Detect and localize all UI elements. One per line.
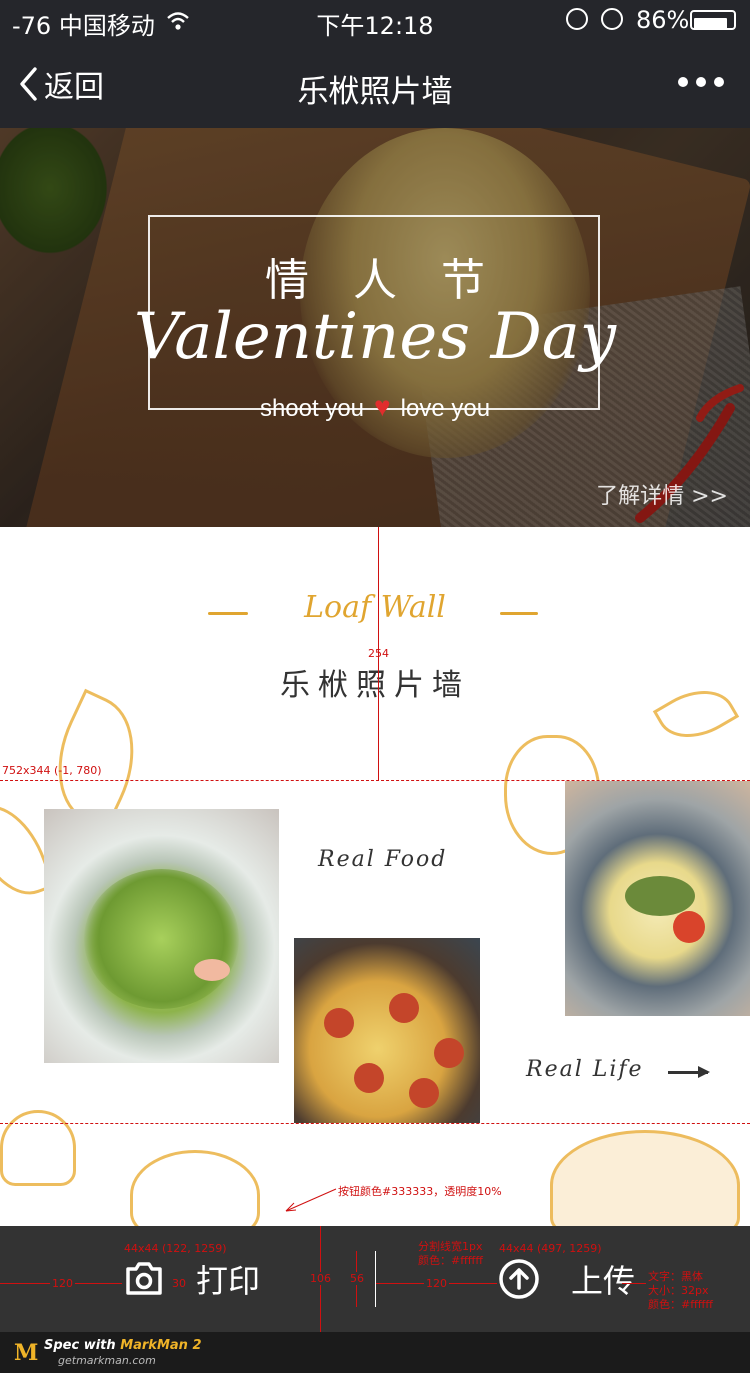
garnish	[625, 876, 695, 916]
markman-name: MarkMan 2	[120, 1338, 202, 1353]
spec-dim-106: 106	[308, 1272, 333, 1285]
markman-brand: Spec with MarkMan 2	[44, 1338, 202, 1353]
spec-print-icon: 44x44 (122, 1259)	[124, 1242, 227, 1255]
back-button[interactable]: 返回	[18, 64, 104, 105]
pepperoni	[409, 1078, 439, 1108]
alarm-icon	[601, 8, 623, 30]
spec-button-color: 按钮颜色#333333，透明度10%	[338, 1185, 502, 1198]
section-script-title: Loaf Wall	[304, 590, 446, 625]
pepperoni	[354, 1063, 384, 1093]
spec-guide-top	[0, 780, 750, 781]
spec-area-size: 752x344 (-1, 780)	[2, 764, 102, 777]
tomato-doodle-icon	[550, 1130, 740, 1240]
heart-icon: ♥	[374, 391, 391, 422]
pepperoni	[389, 993, 419, 1023]
more-dot-icon	[696, 77, 706, 87]
pepperoni	[434, 1038, 464, 1068]
upload-arrow-icon	[499, 1259, 539, 1299]
pepperoni	[324, 1008, 354, 1038]
caption-real-life: Real Life	[526, 1057, 644, 1082]
camera-icon	[126, 1262, 162, 1295]
spec-text-color: 颜色：#ffffff	[648, 1298, 713, 1311]
battery-percent: 86%	[636, 6, 690, 34]
section-title: 乐栿照片墙	[280, 668, 470, 703]
spec-dim-120-left: 120	[50, 1277, 75, 1290]
spec-upload-icon: 44x44 (497, 1259)	[499, 1242, 602, 1255]
chevron-left-icon	[20, 67, 37, 101]
more-dot-icon	[678, 77, 688, 87]
status-bar: -76 中国移动 下午12:18 86%	[0, 0, 750, 40]
spec-dim-56: 56	[348, 1272, 366, 1285]
caption-real-food: Real Food	[318, 847, 448, 872]
shrimp	[194, 959, 230, 981]
bottom-toolbar: 打印 上传 44x44 (122, 1259) 44x44 (497, 1259…	[0, 1226, 750, 1332]
rotation-lock-icon	[566, 8, 588, 30]
markman-site: getmarkman.com	[58, 1354, 156, 1367]
spec-guide-bottom	[0, 1123, 750, 1124]
salad-greens	[84, 869, 239, 1009]
spec-dim-254: 254	[368, 647, 389, 660]
spec-dim-30: 30	[172, 1277, 186, 1290]
more-menu-button[interactable]	[678, 74, 724, 90]
banner-tagline: shoot you ♥ love you	[0, 391, 750, 423]
markman-prefix: Spec with	[44, 1338, 121, 1353]
mushroom-doodle-icon	[0, 1110, 76, 1186]
page-title: 乐栿照片墙	[297, 74, 453, 110]
upload-button[interactable]: 上传	[497, 1251, 635, 1307]
spec-arrow-icon	[285, 1188, 337, 1212]
markman-logo: M	[14, 1340, 39, 1366]
photo-pizza[interactable]	[294, 938, 480, 1123]
banner-title-en: Valentines Day	[133, 300, 617, 374]
spec-dim-120-mid: 120	[424, 1277, 449, 1290]
learn-more-link[interactable]: 了解详情 >>	[596, 478, 728, 510]
photo-salad[interactable]	[44, 809, 279, 1063]
more-dot-icon	[714, 77, 724, 87]
spec-divider-color: 颜色：#ffffff	[418, 1254, 483, 1267]
heading-dash-right	[500, 612, 538, 615]
nav-bar: 返回 乐栿照片墙	[0, 40, 750, 128]
photo-soup[interactable]	[565, 781, 750, 1016]
battery-level	[694, 18, 727, 30]
toolbar-divider	[375, 1251, 376, 1307]
battery-icon	[690, 10, 736, 30]
back-label: 返回	[44, 70, 104, 105]
valentines-banner[interactable]: 情人节 Valentines Day shoot you ♥ love you 了解…	[0, 128, 750, 527]
cherry-tomato	[673, 911, 705, 943]
banner-title-cn: 情人节	[265, 255, 529, 306]
arrow-right-icon	[668, 1066, 710, 1078]
spec-text-pointer	[622, 1283, 646, 1284]
markman-footer: M Spec with MarkMan 2 getmarkman.com	[0, 1332, 750, 1373]
tagline-right: love you	[400, 395, 491, 422]
print-label: 打印	[196, 1262, 261, 1300]
print-button[interactable]: 打印	[122, 1251, 260, 1307]
upload-label: 上传	[571, 1262, 636, 1300]
tagline-left: shoot you	[259, 395, 365, 422]
